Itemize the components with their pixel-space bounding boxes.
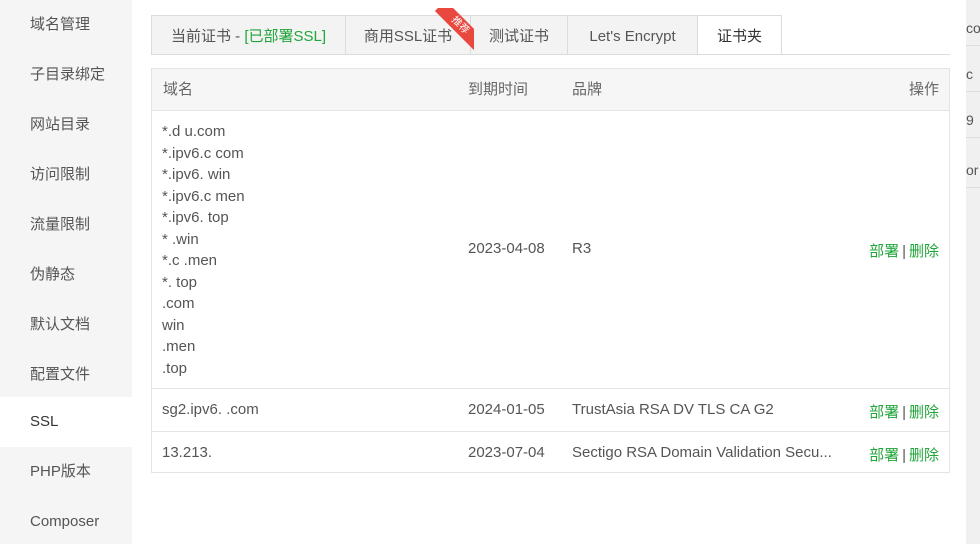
row-actions: 部署 | 删除 <box>869 444 939 465</box>
delete-button[interactable]: 删除 <box>909 447 939 464</box>
sidebar-item-default-doc[interactable]: 默认文档 <box>0 300 132 350</box>
sidebar-item-composer[interactable]: Composer <box>0 497 132 544</box>
tab-commercial-ssl[interactable]: 商用SSL证书 <box>345 15 471 55</box>
sidebar-item-site-directory[interactable]: 网站目录 <box>0 100 132 150</box>
edge-fragment: 9 <box>966 102 980 138</box>
background-window-edge: co c 9 or <box>966 0 980 544</box>
domain-item: *.ipv6. win <box>162 166 231 183</box>
domain-item: 13.213. <box>162 444 213 461</box>
expiry-date: 2023-04-08 <box>468 240 545 257</box>
action-separator: | <box>902 447 906 464</box>
domain-item: .men <box>162 338 196 355</box>
expiry-date: 2024-01-05 <box>468 401 545 418</box>
action-separator: | <box>902 243 906 260</box>
cert-brand: TrustAsia RSA DV TLS CA G2 <box>572 401 774 418</box>
sidebar-item-traffic-limit[interactable]: 流量限制 <box>0 200 132 250</box>
expiry-date: 2023-07-04 <box>468 444 545 461</box>
deploy-button[interactable]: 部署 <box>869 404 899 421</box>
table-row: sg2.ipv6. .com 2024-01-05 TrustAsia RSA … <box>152 389 949 432</box>
sidebar: 域名管理 子目录绑定 网站目录 访问限制 流量限制 伪静态 默认文档 配置文件 … <box>0 0 132 544</box>
tab-baseline <box>151 54 950 55</box>
sidebar-item-subdir-binding[interactable]: 子目录绑定 <box>0 50 132 100</box>
sidebar-item-php-version[interactable]: PHP版本 <box>0 447 132 497</box>
sidebar-item-config-file[interactable]: 配置文件 <box>0 350 132 400</box>
action-separator: | <box>902 404 906 421</box>
domain-item: *.c .men <box>162 252 218 269</box>
edge-fragment: c <box>966 56 980 92</box>
tab-test-cert[interactable]: 测试证书 <box>470 15 568 55</box>
tab-current-cert-status: [已部署SSL] <box>244 28 327 45</box>
domain-item: *.ipv6.c men <box>162 187 245 205</box>
sidebar-item-access-limit[interactable]: 访问限制 <box>0 150 132 200</box>
domain-item: *. top <box>162 273 198 291</box>
tab-current-cert-label: 当前证书 - <box>170 28 245 45</box>
sidebar-item-rewrite[interactable]: 伪静态 <box>0 250 132 300</box>
cert-table: 域名 到期时间 品牌 操作 *.d u.com *.ipv6.c com *.i… <box>151 68 950 473</box>
tab-current-cert[interactable]: 当前证书 - [已部署SSL] <box>151 15 346 55</box>
cert-brand: R3 <box>572 240 592 257</box>
header-domain: 域名 <box>163 81 194 98</box>
row-actions: 部署 | 删除 <box>869 401 939 422</box>
domain-item: win <box>162 316 185 334</box>
header-action: 操作 <box>908 81 939 98</box>
delete-button[interactable]: 删除 <box>909 243 939 260</box>
table-row: *.d u.com *.ipv6.c com *.ipv6. win *.ipv… <box>152 111 949 389</box>
edge-fragment: or <box>966 152 980 188</box>
domain-item: *.ipv6.c com <box>162 144 244 162</box>
tab-lets-encrypt[interactable]: Let's Encrypt <box>567 15 698 55</box>
table-row: 13.213. 2023-07-04 Sectigo RSA Domain Va… <box>152 432 949 472</box>
header-brand: 品牌 <box>572 81 603 98</box>
domain-item: *.ipv6. top <box>162 209 229 226</box>
domain-list: *.d u.com *.ipv6.c com *.ipv6. win *.ipv… <box>162 121 245 379</box>
sidebar-item-domain-management[interactable]: 域名管理 <box>0 0 132 50</box>
header-expiry: 到期时间 <box>468 81 529 98</box>
cert-brand: Sectigo RSA Domain Validation Secu... <box>572 444 832 461</box>
deploy-button[interactable]: 部署 <box>869 243 899 260</box>
domain-item: sg2.ipv6. .com <box>162 401 259 418</box>
edge-fragment: co <box>966 10 980 46</box>
table-header: 域名 到期时间 品牌 操作 <box>152 69 949 111</box>
domain-item: * .win <box>162 230 199 248</box>
deploy-button[interactable]: 部署 <box>869 447 899 464</box>
sidebar-item-ssl[interactable]: SSL <box>0 397 132 447</box>
row-actions: 部署 | 删除 <box>869 240 939 261</box>
domain-item: .top <box>162 359 188 377</box>
domain-item: *.d u.com <box>162 123 226 140</box>
tab-cert-folder[interactable]: 证书夹 <box>697 15 782 55</box>
delete-button[interactable]: 删除 <box>909 404 939 421</box>
domain-item: .com <box>162 295 195 312</box>
